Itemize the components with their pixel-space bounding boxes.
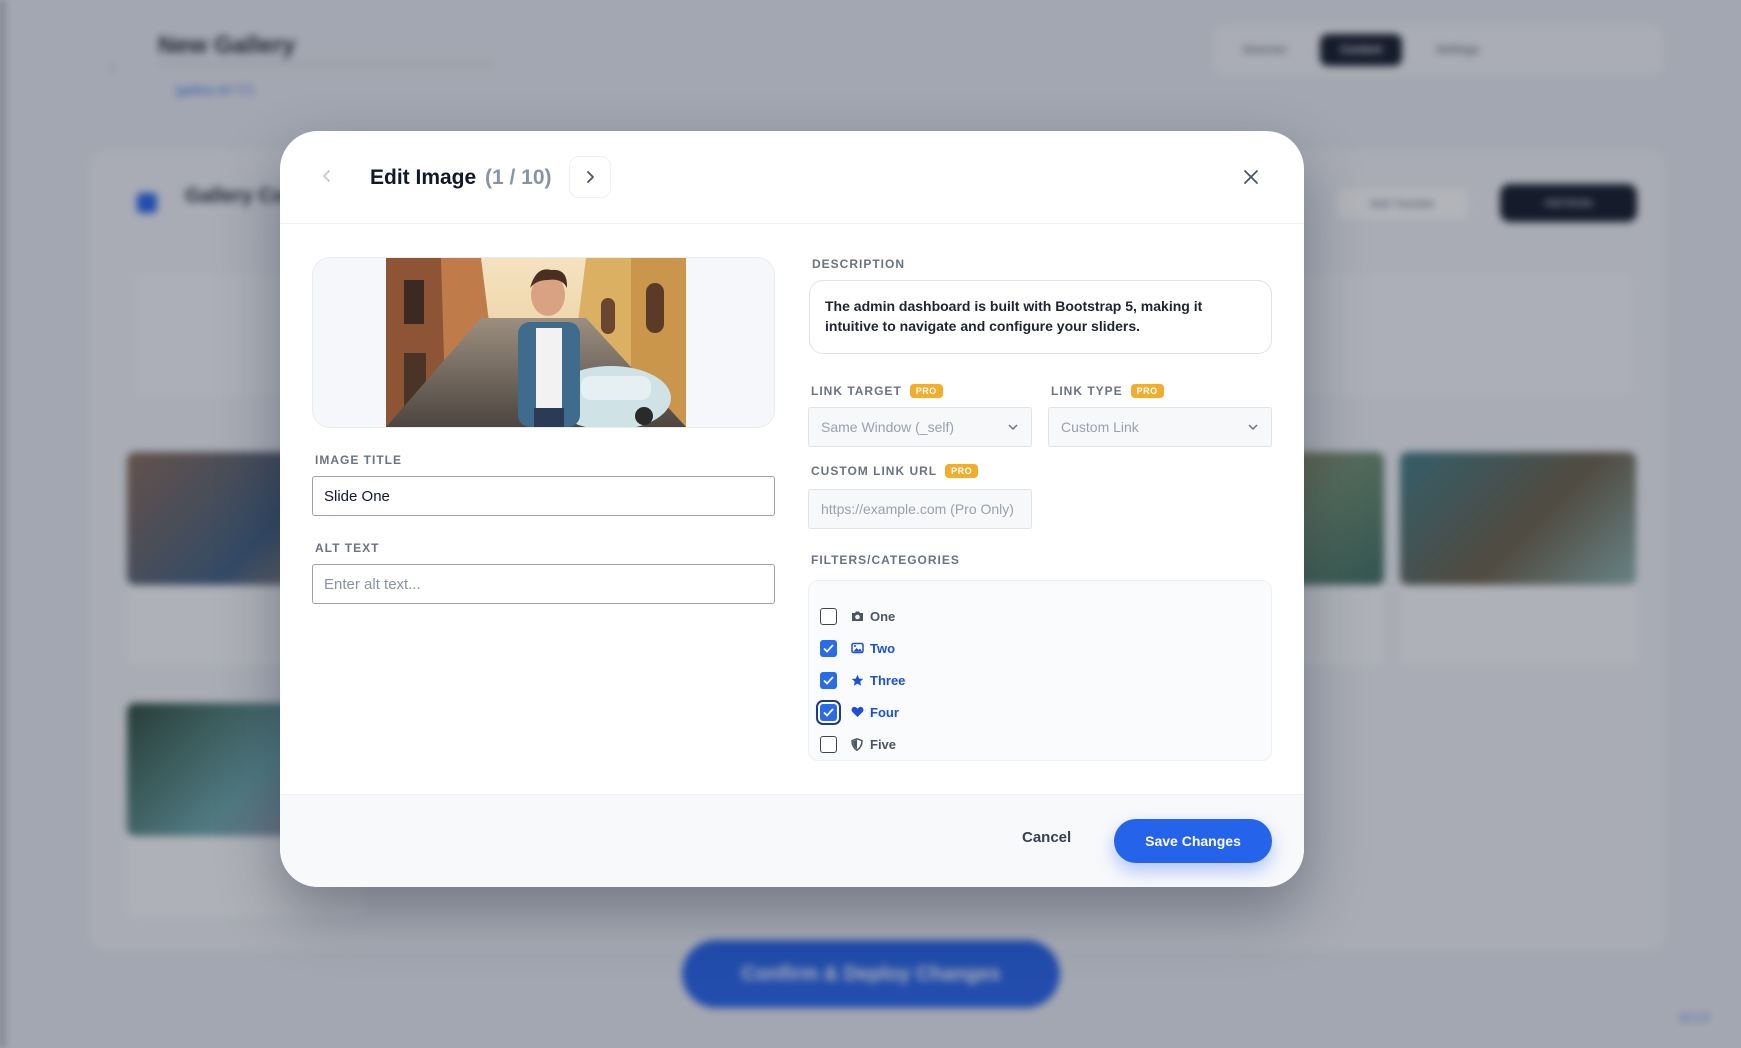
pro-badge: PRO: [1130, 384, 1164, 398]
close-icon: [1244, 170, 1258, 184]
filter-three[interactable]: Three: [820, 664, 1260, 696]
filter-label: One: [870, 608, 896, 624]
link-target-label-text: LINK TARGET: [811, 384, 902, 398]
camera-icon: [850, 609, 864, 623]
modal-footer: Cancel Save Changes: [280, 794, 1304, 887]
pro-badge: PRO: [909, 384, 943, 398]
filter-two[interactable]: Two: [820, 632, 1260, 664]
alt-text-label: ALT TEXT: [315, 541, 380, 555]
next-image-button[interactable]: [569, 156, 611, 198]
chevron-down-icon: [1008, 424, 1018, 431]
star-icon: [850, 673, 864, 687]
filter-label: Two: [870, 640, 896, 656]
modal-title: Edit Image: [370, 166, 477, 189]
image-icon: [850, 641, 864, 655]
description-field[interactable]: The admin dashboard is built with Bootst…: [809, 280, 1272, 354]
chevron-left-icon: [323, 170, 330, 182]
link-target-value: Same Window (_self): [821, 419, 955, 435]
image-title-input[interactable]: [312, 476, 775, 516]
check-icon: [823, 707, 834, 717]
link-type-label-text: LINK TYPE: [1051, 384, 1123, 398]
filters-list: One Two Three Four Five: [808, 580, 1272, 761]
filter-checkbox[interactable]: [820, 639, 837, 657]
modal-header: Edit Image (1 / 10): [280, 131, 1304, 224]
custom-url-label: CUSTOM LINK URL PRO: [811, 464, 979, 478]
filter-checkbox[interactable]: [820, 607, 837, 625]
custom-url-label-text: CUSTOM LINK URL: [811, 464, 938, 478]
chevron-right-icon: [587, 171, 594, 183]
filter-checkbox[interactable]: [820, 735, 837, 753]
image-preview: [386, 258, 686, 427]
filter-label: Four: [870, 704, 899, 720]
heart-icon: [850, 705, 864, 719]
filter-one[interactable]: One: [820, 600, 1260, 632]
filters-label: FILTERS/CATEGORIES: [811, 553, 960, 567]
image-counter: (1 / 10): [485, 166, 552, 189]
previous-image-button[interactable]: [307, 156, 347, 196]
filter-label: Three: [870, 672, 906, 688]
filter-checkbox[interactable]: [820, 703, 837, 721]
image-title-label: IMAGE TITLE: [315, 453, 402, 467]
cancel-button[interactable]: Cancel: [1022, 829, 1071, 846]
pro-badge: PRO: [945, 464, 979, 478]
filter-label: Five: [870, 736, 897, 752]
description-label: DESCRIPTION: [812, 257, 906, 271]
link-type-value: Custom Link: [1061, 419, 1139, 435]
alt-text-input[interactable]: [312, 564, 775, 604]
chevron-down-icon: [1248, 424, 1258, 431]
close-button[interactable]: [1236, 162, 1266, 192]
check-icon: [823, 675, 834, 685]
link-type-select[interactable]: Custom Link: [1048, 407, 1272, 447]
shield-icon: [850, 737, 864, 751]
save-changes-button[interactable]: Save Changes: [1114, 819, 1272, 863]
image-preview-frame: [312, 257, 775, 428]
edit-image-modal: Edit Image (1 / 10) IMAGE TITLE Slide On…: [280, 131, 1304, 887]
link-type-label: LINK TYPE PRO: [1051, 384, 1164, 398]
filter-checkbox[interactable]: [820, 671, 837, 689]
link-target-label: LINK TARGET PRO: [811, 384, 943, 398]
check-icon: [823, 643, 834, 653]
filter-five[interactable]: Five: [820, 728, 1260, 760]
filter-four[interactable]: Four: [820, 696, 1260, 728]
link-target-select[interactable]: Same Window (_self): [808, 407, 1032, 447]
custom-url-input[interactable]: https://example.com (Pro Only): [808, 489, 1032, 529]
